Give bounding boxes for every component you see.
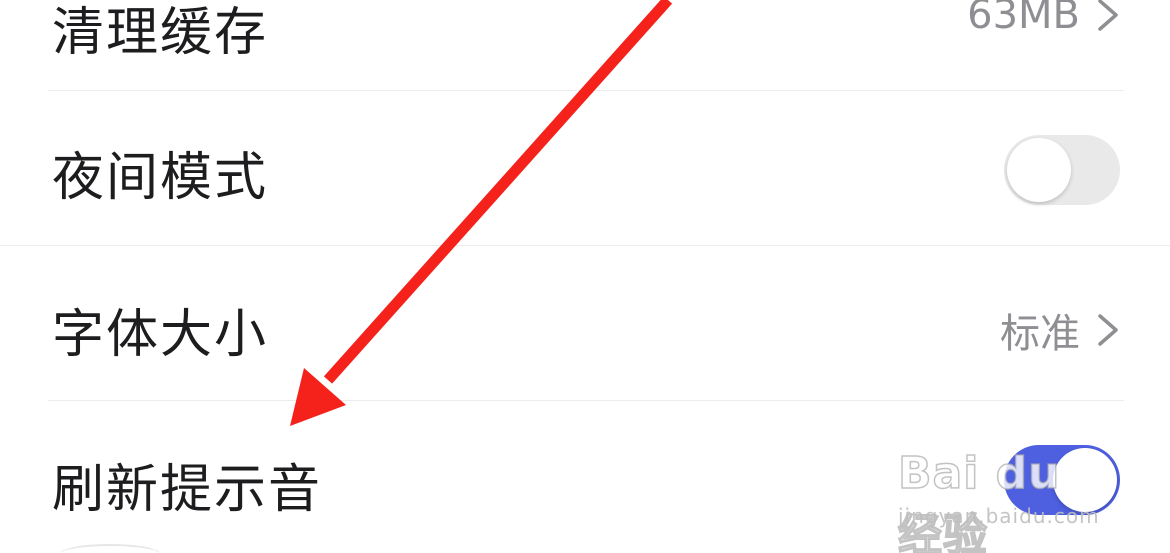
annotation-arrow — [290, 0, 673, 426]
